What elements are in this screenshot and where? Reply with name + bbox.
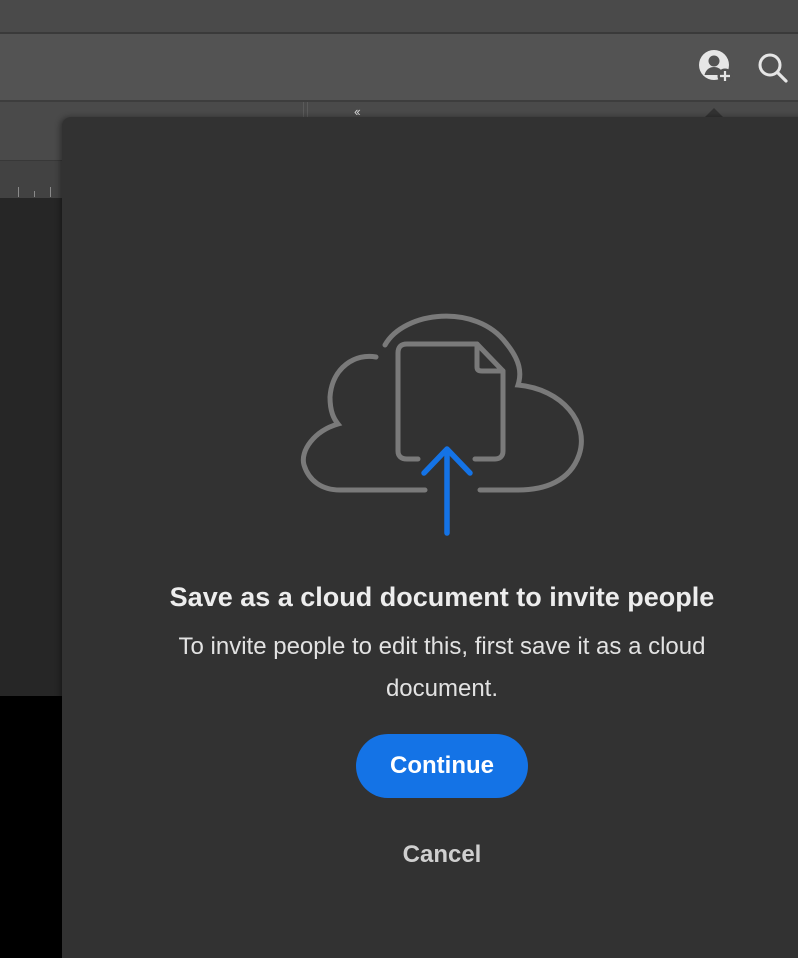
search-icon	[758, 53, 788, 83]
ruler	[0, 160, 70, 199]
divider	[307, 102, 308, 118]
cloud-upload-document-icon	[300, 313, 584, 536]
continue-button[interactable]: Continue	[356, 734, 528, 798]
dialog-description: To invite people to edit this, first sav…	[178, 633, 706, 702]
cancel-button[interactable]: Cancel	[372, 836, 512, 874]
app-toolbar	[0, 34, 798, 100]
divider	[303, 102, 304, 118]
title-strip	[0, 0, 798, 32]
document-canvas[interactable]	[0, 198, 70, 696]
search-button[interactable]	[756, 51, 790, 85]
app-window: ‹‹ Save as a cloud document to invite pe…	[0, 0, 798, 958]
invite-people-icon	[699, 50, 733, 84]
dialog-title: Save as a cloud document to invite peopl…	[169, 582, 715, 612]
pasteboard	[0, 696, 70, 958]
invite-people-button[interactable]	[698, 49, 733, 84]
illustration	[300, 305, 590, 545]
